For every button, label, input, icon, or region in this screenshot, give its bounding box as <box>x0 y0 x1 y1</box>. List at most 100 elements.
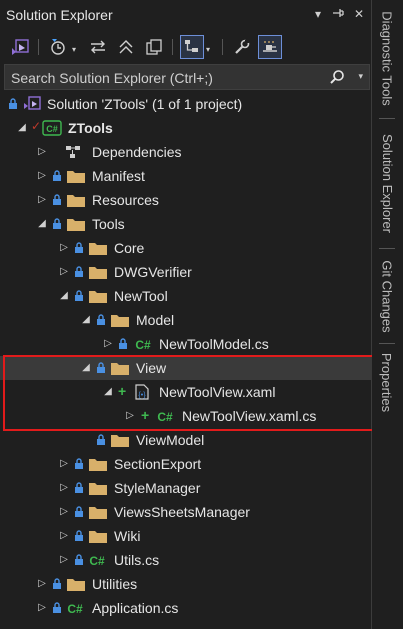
tab-solution-explorer[interactable]: Solution Explorer <box>376 124 398 242</box>
wiki-label: Wiki <box>114 528 141 544</box>
tree-row-newtoolview-xaml-cs[interactable]: ▷ + C# NewToolView.xaml.cs <box>0 404 372 428</box>
tree-row-view[interactable]: ◢ View <box>0 356 372 380</box>
collapsed-chevron-icon[interactable]: ▷ <box>58 457 70 471</box>
viewssheetsmanager-label: ViewsSheetsManager <box>114 504 250 520</box>
toolbar-separator <box>222 39 223 55</box>
title-bar: Solution Explorer ▾ ✕ <box>0 0 372 31</box>
track-active-item-icon[interactable] <box>258 35 282 59</box>
lock-icon <box>74 265 84 278</box>
tree-row-core[interactable]: ▷ Core <box>0 236 372 260</box>
search-icon[interactable] <box>329 69 345 88</box>
tree-row-dependencies[interactable]: ▷ Dependencies <box>0 140 372 164</box>
collapse-all-icon[interactable] <box>114 35 138 59</box>
show-all-files-icon[interactable] <box>142 35 166 59</box>
utils-label: Utils.cs <box>114 552 160 568</box>
folder-open-icon <box>88 288 108 304</box>
newtoolmodel-label: NewToolModel.cs <box>159 336 269 352</box>
toolbar-separator <box>172 39 173 55</box>
tab-separator <box>379 248 395 249</box>
collapsed-chevron-icon[interactable]: ▷ <box>58 505 70 519</box>
tab-git-changes[interactable]: Git Changes <box>376 254 398 338</box>
tree-row-manifest[interactable]: ▷ Manifest <box>0 164 372 188</box>
collapsed-chevron-icon[interactable]: ▷ <box>58 241 70 255</box>
model-label: Model <box>136 312 175 328</box>
close-icon[interactable]: ✕ <box>351 6 367 22</box>
panel-title: Solution Explorer <box>6 7 113 23</box>
preview-dropdown-icon[interactable]: ▾ <box>206 45 210 54</box>
folder-open-icon <box>66 216 86 232</box>
expanded-chevron-icon[interactable]: ◢ <box>36 217 48 231</box>
collapsed-chevron-icon[interactable]: ▷ <box>36 601 48 615</box>
expanded-chevron-icon[interactable]: ◢ <box>16 121 28 135</box>
xaml-file-icon: {•} <box>132 384 152 400</box>
collapsed-chevron-icon[interactable]: ▷ <box>58 481 70 495</box>
tree-row-newtoolmodel[interactable]: ▷ C# NewToolModel.cs <box>0 332 372 356</box>
svg-text:C#: C# <box>135 338 151 352</box>
collapsed-chevron-icon[interactable]: ▷ <box>58 553 70 567</box>
sync-with-active-document-icon[interactable] <box>86 35 110 59</box>
folder-icon <box>66 576 86 592</box>
view-label: View <box>136 360 167 376</box>
tree-row-project[interactable]: ◢ ✓ C# ZTools <box>0 116 372 140</box>
tab-separator <box>379 118 395 119</box>
csharp-file-icon: C# <box>154 408 174 424</box>
expanded-chevron-icon[interactable]: ◢ <box>80 361 92 375</box>
window-options-dropdown-icon[interactable]: ▾ <box>310 6 326 22</box>
pin-icon[interactable] <box>330 6 346 22</box>
dwgverifier-label: DWGVerifier <box>114 264 192 280</box>
folder-icon <box>88 456 108 472</box>
pending-changes-filter-icon[interactable] <box>46 35 70 59</box>
tree-row-solution[interactable]: Solution 'ZTools' (1 of 1 project) <box>0 92 372 116</box>
collapsed-chevron-icon[interactable]: ▷ <box>36 193 48 207</box>
collapsed-chevron-icon[interactable]: ▷ <box>58 529 70 543</box>
tree-row-wiki[interactable]: ▷ Wiki <box>0 524 372 548</box>
tree-row-dwgverifier[interactable]: ▷ DWGVerifier <box>0 260 372 284</box>
tree-row-newtool[interactable]: ◢ NewTool <box>0 284 372 308</box>
folder-icon <box>88 528 108 544</box>
folder-icon <box>66 192 86 208</box>
newtoolview-xaml-cs-label: NewToolView.xaml.cs <box>182 408 317 424</box>
solution-icon <box>22 96 42 112</box>
tree-row-resources[interactable]: ▷ Resources <box>0 188 372 212</box>
collapsed-chevron-icon[interactable]: ▷ <box>102 337 114 351</box>
expanded-chevron-icon[interactable]: ◢ <box>102 385 114 399</box>
folder-icon <box>88 240 108 256</box>
tree-row-utils[interactable]: ▷ C# Utils.cs <box>0 548 372 572</box>
lock-icon <box>74 529 84 542</box>
search-options-dropdown-icon[interactable]: ▾ <box>358 71 363 82</box>
tree-row-viewmodel[interactable]: ViewModel <box>0 428 372 452</box>
collapsed-chevron-icon[interactable]: ▷ <box>124 409 136 423</box>
expanded-chevron-icon[interactable]: ◢ <box>58 289 70 303</box>
lock-icon <box>8 97 18 110</box>
tree-row-tools[interactable]: ◢ Tools <box>0 212 372 236</box>
switch-views-icon[interactable] <box>8 35 32 59</box>
collapsed-chevron-icon[interactable]: ▷ <box>58 265 70 279</box>
collapsed-chevron-icon[interactable]: ▷ <box>36 577 48 591</box>
lock-icon <box>52 217 62 230</box>
dependencies-icon <box>64 144 84 160</box>
tree-row-application[interactable]: ▷ C# Application.cs <box>0 596 372 620</box>
solution-explorer-panel: Solution Explorer ▾ ✕ ▾ ▾ Search Solutio… <box>0 0 375 629</box>
lock-icon <box>118 337 128 350</box>
tree-row-stylemanager[interactable]: ▷ StyleManager <box>0 476 372 500</box>
lock-icon <box>74 457 84 470</box>
collapsed-chevron-icon[interactable]: ▷ <box>36 169 48 183</box>
tree-row-model[interactable]: ◢ Model <box>0 308 372 332</box>
lock-icon <box>74 289 84 302</box>
preview-selected-items-icon[interactable] <box>180 35 204 59</box>
tree-row-viewssheetsmanager[interactable]: ▷ ViewsSheetsManager <box>0 500 372 524</box>
collapsed-chevron-icon[interactable]: ▷ <box>36 145 48 159</box>
tree-row-newtoolview-xaml[interactable]: ◢ + {•} NewToolView.xaml <box>0 380 372 404</box>
properties-wrench-icon[interactable] <box>230 35 254 59</box>
expanded-chevron-icon[interactable]: ◢ <box>80 313 92 327</box>
tree-row-utilities[interactable]: ▷ Utilities <box>0 572 372 596</box>
search-input[interactable]: Search Solution Explorer (Ctrl+;) ▾ <box>4 64 370 90</box>
filter-dropdown-icon[interactable]: ▾ <box>72 45 76 54</box>
lock-icon <box>52 193 62 206</box>
lock-icon <box>52 169 62 182</box>
folder-icon <box>88 264 108 280</box>
tree-row-sectionexport[interactable]: ▷ SectionExport <box>0 452 372 476</box>
tab-diagnostic-tools[interactable]: Diagnostic Tools <box>376 4 398 112</box>
tab-git-changes-label: Git Changes <box>379 259 395 333</box>
tab-properties[interactable]: Properties <box>376 348 398 416</box>
